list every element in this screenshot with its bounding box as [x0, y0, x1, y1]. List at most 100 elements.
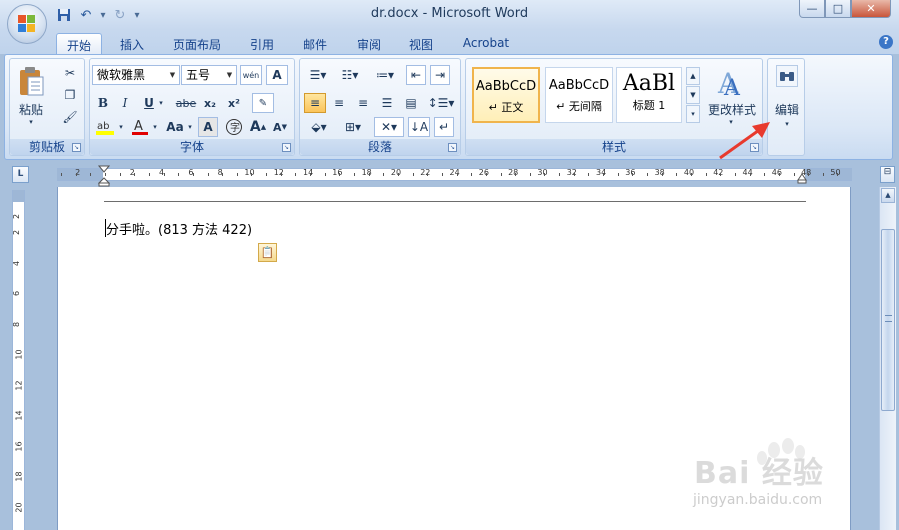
style-normal[interactable]: AaBbCcD ↵ 正文 [472, 67, 540, 123]
font-color-dropdown-icon[interactable]: ▾ [150, 117, 160, 137]
font-name-dropdown-icon[interactable]: ▼ [166, 66, 179, 84]
tab-review[interactable]: 审阅 [347, 33, 391, 54]
change-case-dropdown-icon[interactable]: ▾ [186, 117, 194, 137]
help-icon[interactable]: ? [879, 35, 893, 49]
ruler-tick [339, 173, 341, 176]
subscript-button[interactable]: x₂ [200, 93, 220, 113]
ruler-tick [178, 173, 180, 176]
minimize-button[interactable]: — [799, 0, 825, 18]
change-case-button[interactable]: Aa [164, 117, 186, 137]
paragraph-launcher-icon[interactable]: ↘ [448, 143, 457, 152]
font-name-combo[interactable]: 微软雅黑 ▼ [92, 65, 180, 85]
character-shading-icon[interactable]: A [198, 117, 218, 137]
copy-icon[interactable]: ❐ [60, 85, 80, 105]
styles-scroll-down-icon[interactable]: ▼ [686, 86, 700, 104]
line-spacing-icon[interactable]: ↕☰▾ [426, 93, 456, 113]
tab-references[interactable]: 引用 [240, 33, 284, 54]
character-border-icon[interactable]: A [266, 65, 288, 85]
paste-options-icon[interactable]: 📋 [258, 243, 277, 262]
font-size-dropdown-icon[interactable]: ▼ [223, 66, 236, 84]
scroll-thumb[interactable] [881, 229, 895, 411]
distributed-icon[interactable]: ▤ [400, 93, 422, 113]
font-size-value: 五号 [186, 68, 211, 82]
superscript-button[interactable]: x² [224, 93, 244, 113]
change-styles-button[interactable]: 更改样式 [702, 101, 762, 117]
borders-icon[interactable]: ⊞▾ [338, 117, 368, 137]
paste-button[interactable]: 粘贴 [14, 101, 48, 117]
align-right-icon[interactable]: ≡ [352, 93, 374, 113]
ruler-tick [295, 173, 297, 176]
tab-mailings[interactable]: 邮件 [293, 33, 337, 54]
paste-dropdown-icon[interactable]: ▾ [24, 117, 38, 127]
close-button[interactable]: ✕ [851, 0, 891, 18]
clear-formatting-icon[interactable]: ✎ [252, 93, 274, 113]
view-ruler-icon[interactable]: ⊟ [880, 166, 895, 183]
strikethrough-button[interactable]: abe [174, 93, 198, 113]
editing-dropdown-icon[interactable]: ▾ [780, 119, 794, 129]
vruler-number: 20 [14, 501, 24, 513]
justify-icon[interactable]: ☰ [376, 93, 398, 113]
style-heading-1[interactable]: AaBl 标题 1 [616, 67, 682, 123]
change-styles-icon[interactable]: AA [706, 65, 756, 101]
italic-button[interactable]: I [116, 93, 134, 113]
binoculars-icon[interactable] [776, 65, 798, 87]
vruler-number: 2 [12, 213, 22, 220]
document-text[interactable]: 分手啦。(813 方法 422) [106, 219, 252, 238]
tab-selector[interactable]: L [12, 166, 29, 183]
phonetic-guide-button[interactable]: wén [240, 65, 262, 85]
ruler-number: 14 [303, 168, 314, 177]
format-painter-icon[interactable]: 🖌 [60, 107, 80, 127]
decrease-indent-icon[interactable]: ⇤ [406, 65, 426, 85]
enclose-characters-icon[interactable]: 字 [224, 117, 244, 137]
tab-view[interactable]: 视图 [399, 33, 443, 54]
style-no-spacing-name: ↵ 无间隔 [556, 100, 602, 113]
shrink-font-button[interactable]: A ▼ [270, 117, 290, 137]
cut-icon[interactable]: ✂ [60, 63, 80, 83]
style-normal-sample: AaBbCcD [475, 79, 537, 94]
shading-icon[interactable]: ⬙▾ [304, 117, 334, 137]
align-left-icon[interactable]: ≡ [304, 93, 326, 113]
bold-button[interactable]: B [94, 93, 112, 113]
font-color-icon[interactable]: A [130, 117, 150, 137]
right-indent-marker-icon[interactable] [797, 172, 807, 184]
tab-insert[interactable]: 插入 [110, 33, 154, 54]
tab-acrobat[interactable]: Acrobat [455, 33, 517, 54]
font-launcher-icon[interactable]: ↘ [282, 143, 291, 152]
numbering-icon[interactable]: ☷▾ [336, 65, 364, 85]
ruler-tick [647, 173, 648, 176]
office-button[interactable] [7, 4, 47, 44]
sort-icon[interactable]: ↓A [408, 117, 430, 137]
underline-dropdown-icon[interactable]: ▾ [156, 93, 166, 113]
bullets-icon[interactable]: ☰▾ [304, 65, 332, 85]
align-center-icon[interactable]: ≡ [328, 93, 350, 113]
horizontal-ruler[interactable]: 2 2 4 6 8 10 12 14 16 18 20 22 24 26 28 30 32 34 36 38 40 42 4… [57, 168, 852, 181]
clipboard-launcher-icon[interactable]: ↘ [72, 143, 81, 152]
grow-font-button[interactable]: A ▲ [248, 117, 268, 137]
ruler-tick [280, 173, 282, 176]
chinese-layout-icon[interactable]: ✕▾ [374, 117, 404, 137]
vertical-scrollbar[interactable]: ▲ [879, 187, 896, 530]
scroll-up-icon[interactable]: ▲ [881, 188, 895, 203]
ruler-tick [573, 173, 575, 176]
ruler-right-margin [805, 169, 852, 180]
indent-marker-icon[interactable] [98, 165, 110, 187]
editing-button[interactable]: 编辑 [768, 101, 806, 117]
show-marks-icon[interactable]: ↵ [434, 117, 454, 137]
multilevel-list-icon[interactable]: ≔▾ [370, 65, 400, 85]
paste-icon[interactable] [16, 63, 46, 99]
tab-home[interactable]: 开始 [56, 33, 102, 54]
tab-page-layout[interactable]: 页面布局 [166, 33, 228, 54]
vertical-ruler[interactable]: 2 2 4 6 8 10 12 14 16 18 20 [12, 190, 25, 530]
text-highlight-icon[interactable]: ab [94, 117, 116, 137]
highlight-dropdown-icon[interactable]: ▾ [116, 117, 126, 137]
increase-indent-icon[interactable]: ⇥ [430, 65, 450, 85]
ruler-tick [749, 173, 751, 176]
ruler-number: 34 [596, 168, 607, 177]
restore-button[interactable]: □ [825, 0, 851, 18]
font-size-combo[interactable]: 五号 ▼ [181, 65, 237, 85]
style-no-spacing[interactable]: AaBbCcD ↵ 无间隔 [545, 67, 613, 123]
styles-scroll-up-icon[interactable]: ▲ [686, 67, 700, 85]
styles-more-icon[interactable]: ▾ [686, 105, 700, 123]
ruler-number: 44 [742, 168, 753, 177]
ruler-tick [822, 173, 824, 176]
